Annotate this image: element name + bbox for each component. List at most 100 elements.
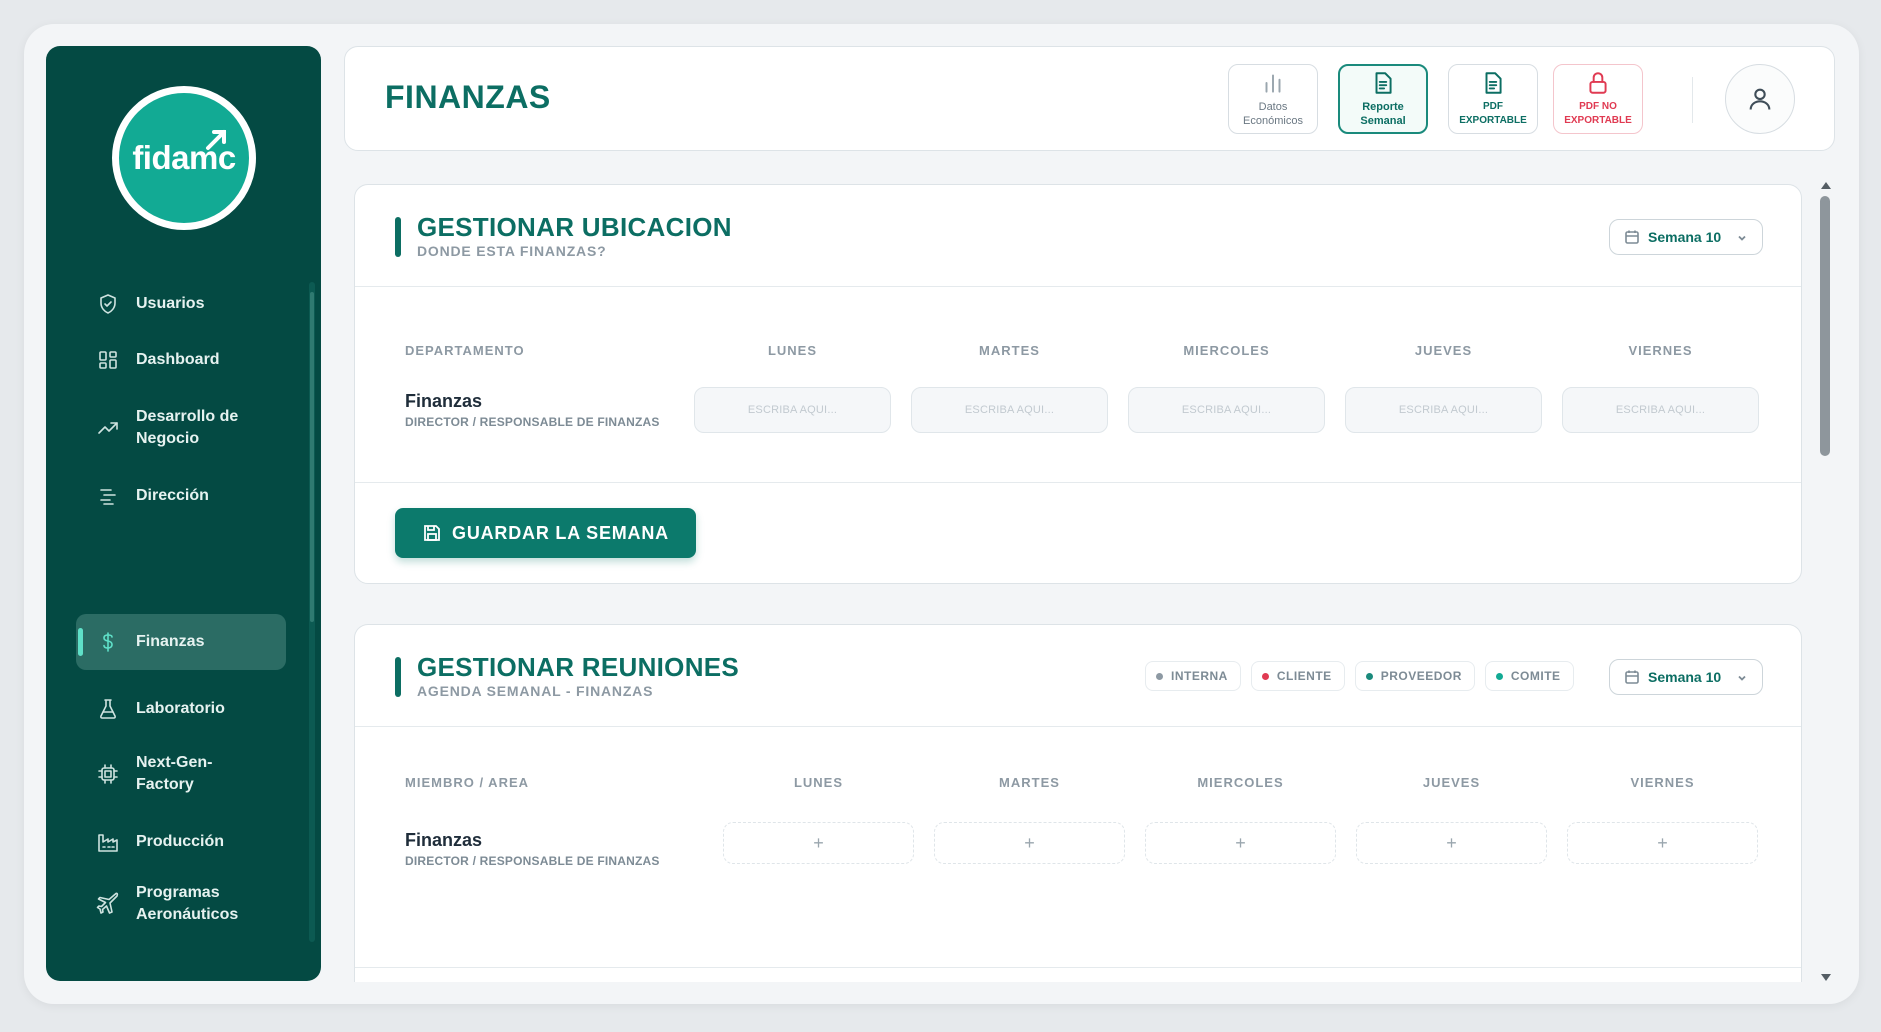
legend-dot (1495, 672, 1503, 680)
ubicacion-title: GESTIONAR UBICACION (417, 212, 732, 242)
sidebar-item-programas[interactable]: Programas Aeronáuticos (76, 872, 286, 936)
sidebar-item-label: Dirección (136, 487, 209, 504)
header-divider (1692, 77, 1693, 123)
user-avatar-button[interactable] (1725, 64, 1795, 134)
bar-chart-icon (1265, 74, 1281, 93)
legend-label: PROVEEDOR (1380, 669, 1462, 683)
col-header-departamento: DEPARTAMENTO (405, 343, 525, 358)
sidebar: fidamc Usuarios Dashboard Desarrollo de … (46, 46, 321, 981)
divider (355, 482, 1801, 483)
reuniones-subtitle: AGENDA SEMANAL - FINANZAS (417, 683, 654, 699)
sidebar-scrollbar-thumb[interactable] (310, 292, 314, 622)
scroll-up-arrow-icon[interactable] (1821, 182, 1831, 189)
viernes-input[interactable] (1562, 387, 1759, 433)
row-role: DIRECTOR / RESPONSABLE DE FINANZAS (405, 415, 660, 429)
calendar-icon (1625, 230, 1639, 244)
main-scrollbar[interactable] (1818, 176, 1832, 981)
factory-icon (96, 830, 120, 854)
col-header-lunes: LUNES (767, 343, 818, 358)
legend-dot (1261, 672, 1269, 680)
martes-input[interactable] (911, 387, 1108, 433)
sidebar-item-direccion[interactable]: Dirección (76, 468, 286, 524)
sidebar-item-desarrollo[interactable]: Desarrollo de Negocio (76, 396, 286, 460)
reporte-semanal-button[interactable]: Reporte Semanal (1338, 64, 1428, 134)
reuniones-card-header: GESTIONAR REUNIONES AGENDA SEMANAL - FIN… (355, 625, 1801, 727)
sidebar-item-laboratorio[interactable]: Laboratorio (76, 681, 286, 737)
sidebar-item-dashboard[interactable]: Dashboard (76, 332, 286, 388)
sidebar-item-label: Laboratorio (136, 700, 225, 717)
lock-icon (1589, 72, 1607, 94)
datos-economicos-button[interactable]: Datos Económicos (1228, 64, 1318, 134)
brand-logo[interactable]: fidamc (112, 86, 256, 230)
pdf-no-exportable-button[interactable]: PDF NO EXPORTABLE (1553, 64, 1643, 134)
col-header-martes: MARTES (979, 343, 1040, 358)
legend-interna: INTERNA (1145, 661, 1241, 691)
reuniones-week-label: Semana 10 (1648, 669, 1722, 685)
sidebar-item-nextgen[interactable]: Next-Gen-Factory (76, 742, 286, 806)
dollar-icon (96, 630, 120, 654)
sidebar-item-finanzas[interactable]: Finanzas (76, 614, 286, 670)
reuniones-title: GESTIONAR REUNIONES (417, 652, 740, 682)
title-accent-bar (395, 657, 401, 697)
calendar-icon (1625, 670, 1639, 684)
add-meeting-jueves[interactable]: + (1356, 822, 1547, 864)
user-icon (1749, 88, 1771, 110)
shield-icon (96, 292, 120, 316)
sidebar-item-label: Producción (136, 833, 225, 850)
add-meeting-miercoles[interactable]: + (1145, 822, 1336, 864)
ubicacion-week-label: Semana 10 (1648, 229, 1722, 245)
row-name: Finanzas (405, 830, 483, 850)
sidebar-item-label: Usuarios (136, 295, 205, 312)
reuniones-week-selector[interactable]: Semana 10 (1609, 659, 1763, 695)
col-header-miercoles: MIERCOLES (1183, 343, 1270, 358)
ubicacion-card-header: GESTIONAR UBICACION DONDE ESTA FINANZAS?… (355, 185, 1801, 287)
add-meeting-viernes[interactable]: + (1567, 822, 1758, 864)
title-accent-bar (395, 217, 401, 257)
ubicacion-week-selector[interactable]: Semana 10 (1609, 219, 1763, 255)
miercoles-input[interactable] (1128, 387, 1325, 433)
col-header-miercoles: MIERCOLES (1197, 775, 1284, 790)
lunes-input[interactable] (694, 387, 891, 433)
legend-proveedor: PROVEEDOR (1354, 661, 1475, 691)
pdf-no-exportable-label: PDF NO EXPORTABLE (1564, 101, 1632, 126)
sidebar-item-label: Programas Aeronáuticos (136, 884, 239, 923)
sidebar-item-label: Dashboard (136, 351, 220, 368)
main-scrollbar-thumb[interactable] (1820, 196, 1830, 456)
sidebar-item-label: Finanzas (136, 633, 205, 650)
col-header-jueves: JUEVES (1422, 775, 1481, 790)
list-icon (96, 484, 120, 508)
chevron-down-icon (1738, 235, 1746, 241)
sidebar-item-produccion[interactable]: Producción (76, 814, 286, 870)
col-header-jueves: JUEVES (1414, 343, 1473, 358)
sidebar-item-label: Desarrollo de Negocio (136, 408, 239, 447)
file-text-icon (1485, 72, 1502, 94)
sidebar-scrollbar[interactable] (309, 282, 315, 942)
row-role: DIRECTOR / RESPONSABLE DE FINANZAS (405, 854, 660, 868)
reuniones-card: GESTIONAR REUNIONES AGENDA SEMANAL - FIN… (354, 624, 1802, 982)
col-header-miembro-area: MIEMBRO / AREA (405, 775, 530, 790)
ubicacion-card: GESTIONAR UBICACION DONDE ESTA FINANZAS?… (354, 184, 1802, 584)
col-header-viernes: VIERNES (1628, 343, 1693, 358)
add-meeting-lunes[interactable]: + (723, 822, 914, 864)
add-meeting-martes[interactable]: + (934, 822, 1125, 864)
guardar-semana-button[interactable]: GUARDAR LA SEMANA (395, 508, 696, 558)
chip-icon (96, 762, 120, 786)
col-header-martes: MARTES (999, 775, 1060, 790)
legend-label: COMITE (1510, 669, 1561, 683)
guardar-semana-label: GUARDAR LA SEMANA (452, 522, 669, 543)
datos-economicos-label: Datos Económicos (1243, 101, 1303, 127)
save-icon (424, 525, 440, 541)
legend-comite: COMITE (1484, 661, 1574, 691)
grid-icon (96, 348, 120, 372)
sidebar-item-usuarios[interactable]: Usuarios (76, 276, 286, 332)
pdf-exportable-button[interactable]: PDF EXPORTABLE (1448, 64, 1538, 134)
document-icon (1375, 72, 1392, 94)
logo-arrow-icon (206, 130, 226, 150)
pdf-exportable-label: PDF EXPORTABLE (1459, 101, 1527, 126)
chevron-down-icon (1738, 675, 1746, 681)
legend-cliente: CLIENTE (1250, 661, 1345, 691)
trend-icon (96, 416, 120, 440)
page-header: FINANZAS Datos Económicos Reporte Semana… (344, 46, 1835, 151)
jueves-input[interactable] (1345, 387, 1542, 433)
scroll-down-arrow-icon[interactable] (1821, 974, 1831, 981)
